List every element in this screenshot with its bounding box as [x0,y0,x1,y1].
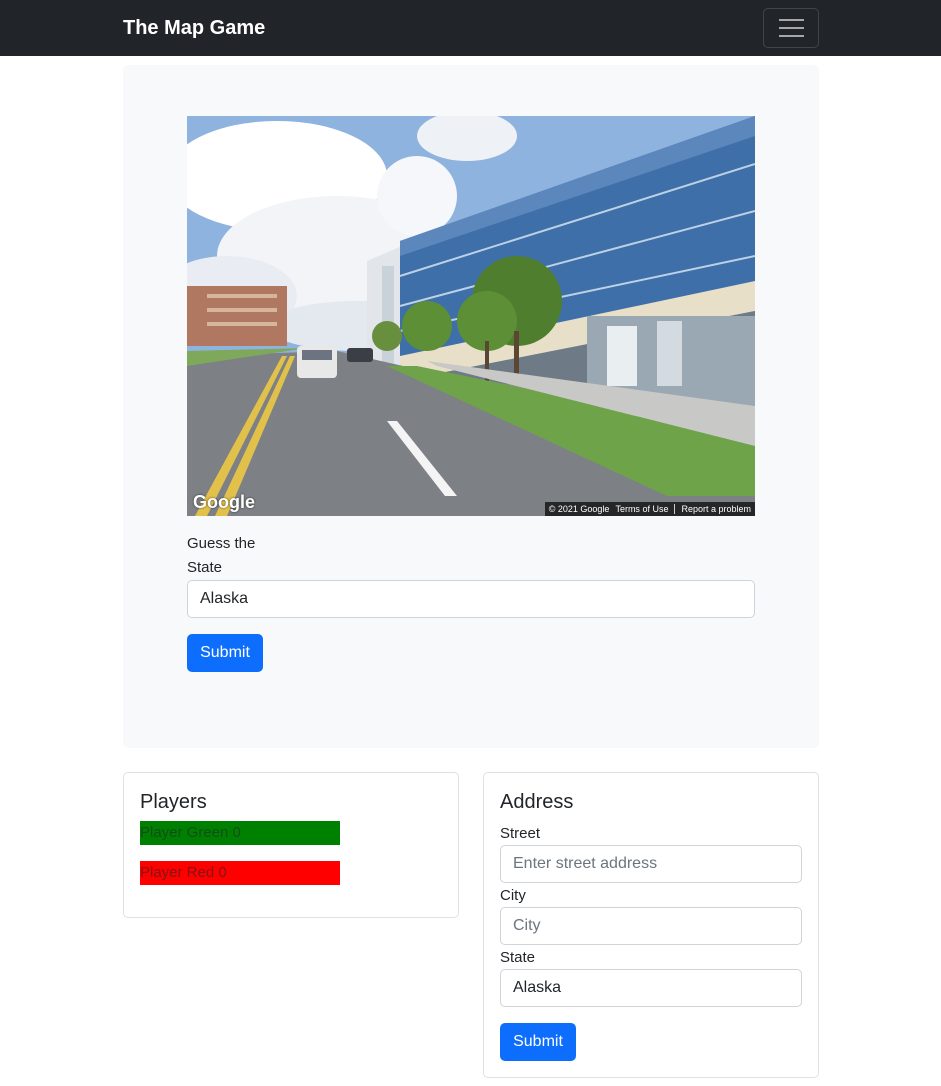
address-submit-button[interactable]: Submit [500,1023,576,1061]
street-view-scene [187,116,755,516]
street-input[interactable] [500,845,802,883]
navbar: The Map Game [0,0,941,56]
street-view-footer: © 2021 Google Terms of Use Report a prob… [544,502,755,516]
address-title: Address [500,791,574,813]
player-red-label: Player Red 0 [140,864,227,881]
terms-link[interactable]: Terms of Use [615,504,668,514]
city-input[interactable] [500,907,802,945]
street-label: Street [500,825,541,842]
report-problem-link[interactable]: Report a problem [681,504,751,514]
copyright-text: © 2021 Google [548,504,610,514]
street-view-image[interactable]: Google © 2021 Google Terms of Use Report… [187,116,755,516]
address-card: Address Street City State Submit [483,772,819,1078]
city-label: City [500,887,526,904]
state-label: State [500,949,536,966]
hamburger-icon-line [779,27,804,29]
navbar-toggle-button[interactable] [763,8,819,48]
game-panel: Google © 2021 Google Terms of Use Report… [123,65,819,748]
player-green-label: Player Green 0 [140,824,241,841]
hamburger-icon [779,19,804,21]
guess-state-label: Guess the State [187,535,256,576]
players-title: Players [140,791,207,813]
brand-title[interactable]: The Map Game [123,15,265,41]
player-green-bar: Player Green 0 [140,821,340,845]
hamburger-icon-line [779,35,804,37]
player-red-bar: Player Red 0 [140,861,340,885]
guess-submit-button[interactable]: Submit [187,634,263,672]
players-card: Players Player Green 0 Player Red 0 [123,772,459,918]
state-input[interactable] [500,969,802,1007]
guess-state-input[interactable] [187,580,755,618]
footer-divider [674,504,676,514]
google-logo: Google [193,492,255,512]
